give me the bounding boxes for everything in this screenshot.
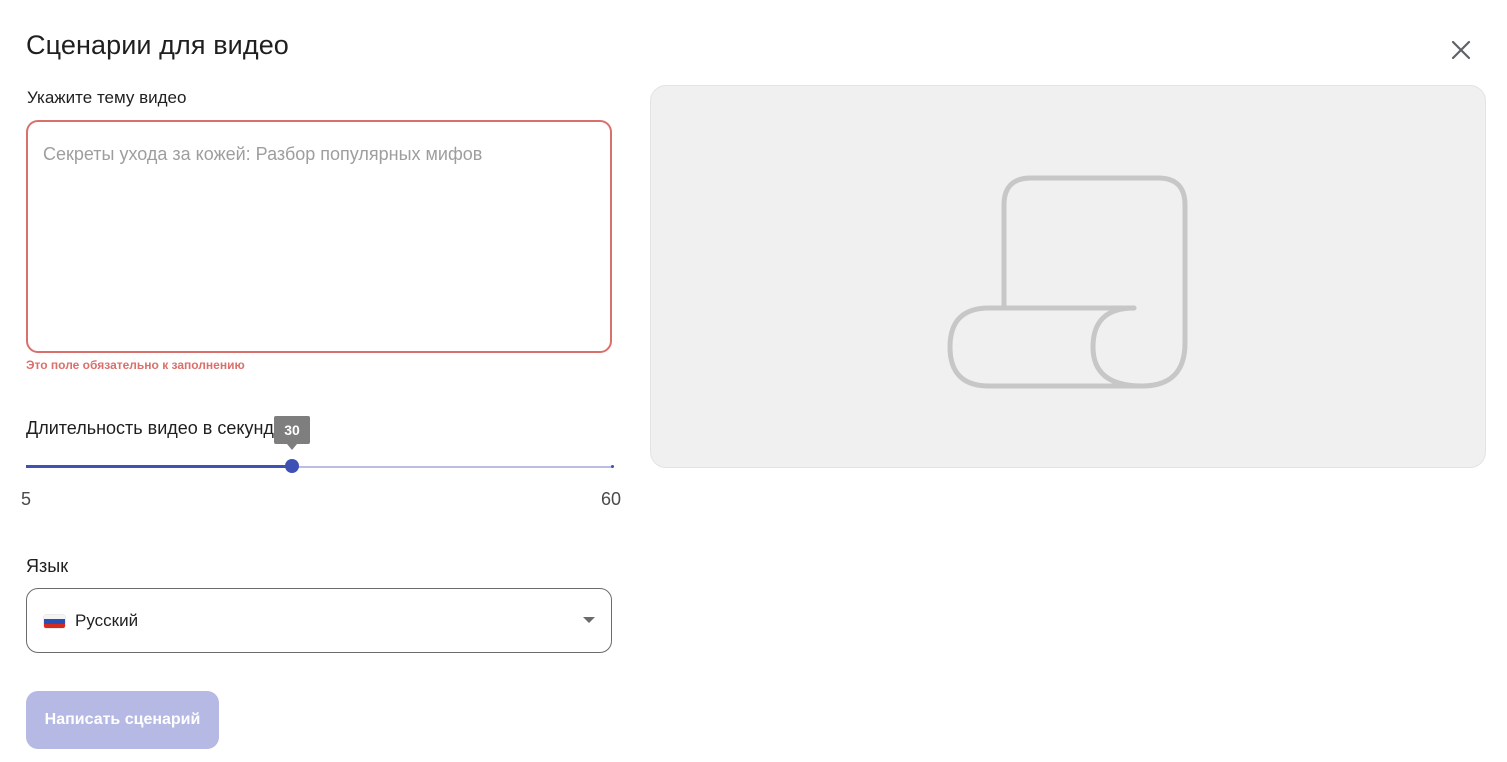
video-script-dialog: Сценарии для видео Укажите тему видео Эт… [0,0,1507,762]
language-label: Язык [26,556,69,576]
close-button[interactable] [1446,35,1476,65]
topic-label: Укажите тему видео [27,88,187,107]
slider-value-tooltip: 30 [274,416,310,450]
close-icon [1451,40,1471,60]
dialog-title: Сценарии для видео [26,30,289,60]
russia-flag-icon [44,615,65,628]
write-script-button[interactable]: Написать сценарий [26,691,219,749]
slider-end-mark [611,465,614,468]
duration-label: Длительность видео в секундах [26,418,293,438]
slider-min-label: 5 [21,489,32,509]
scroll-icon [947,175,1188,389]
slider-thumb[interactable] [285,459,299,473]
language-selected-value: Русский [75,611,139,630]
chevron-down-icon [583,617,595,623]
language-select[interactable]: Русский [26,588,612,653]
topic-input-box[interactable] [26,120,612,353]
topic-input[interactable] [43,144,593,334]
slider-track [26,465,292,468]
preview-panel [650,85,1486,468]
slider-max-label: 60 [601,489,622,509]
duration-slider[interactable]: 30 [26,416,614,478]
topic-error-message: Это поле обязательно к заполнению [26,358,245,372]
